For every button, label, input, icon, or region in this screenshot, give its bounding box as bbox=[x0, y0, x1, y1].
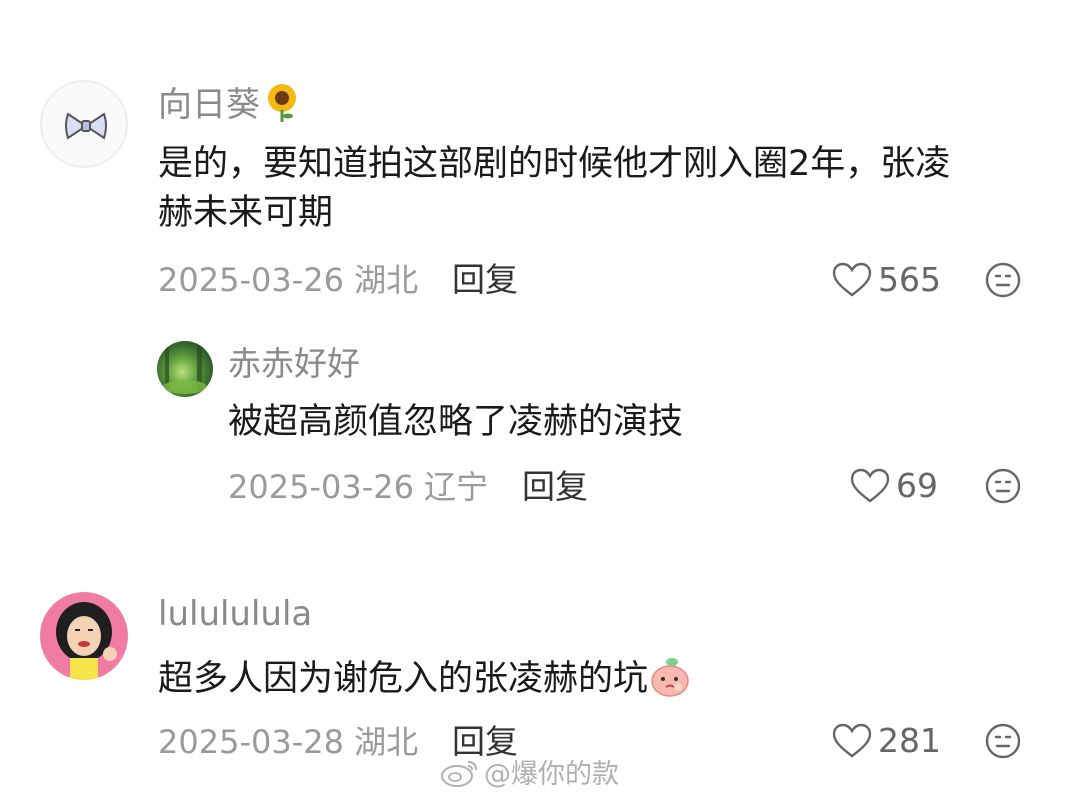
watermark: @爆你的款 bbox=[440, 752, 619, 791]
weibo-logo-icon bbox=[441, 760, 477, 787]
comment-text: 超多人因为谢危入的张凌赫的坑 bbox=[158, 654, 1038, 712]
cartoon-girl-image bbox=[56, 602, 117, 680]
peach-icon bbox=[648, 654, 692, 712]
like-count: 281 bbox=[878, 721, 941, 760]
dislike-face-icon[interactable] bbox=[984, 722, 1022, 760]
heart-icon bbox=[832, 723, 872, 758]
watermark-text: @爆你的款 bbox=[484, 759, 619, 790]
username[interactable]: lulululula bbox=[158, 594, 312, 634]
comment-location: 湖北 bbox=[354, 723, 419, 761]
comment-date: 2025-03-28 bbox=[158, 723, 344, 761]
like-button[interactable]: 281 bbox=[832, 721, 941, 761]
comment-item: lulululula 超多人因为谢危入的张凌赫的坑 2025-03-28 湖北 … bbox=[0, 0, 1080, 802]
avatar[interactable] bbox=[40, 592, 128, 680]
comment-meta: 2025-03-28 湖北 bbox=[158, 722, 418, 762]
